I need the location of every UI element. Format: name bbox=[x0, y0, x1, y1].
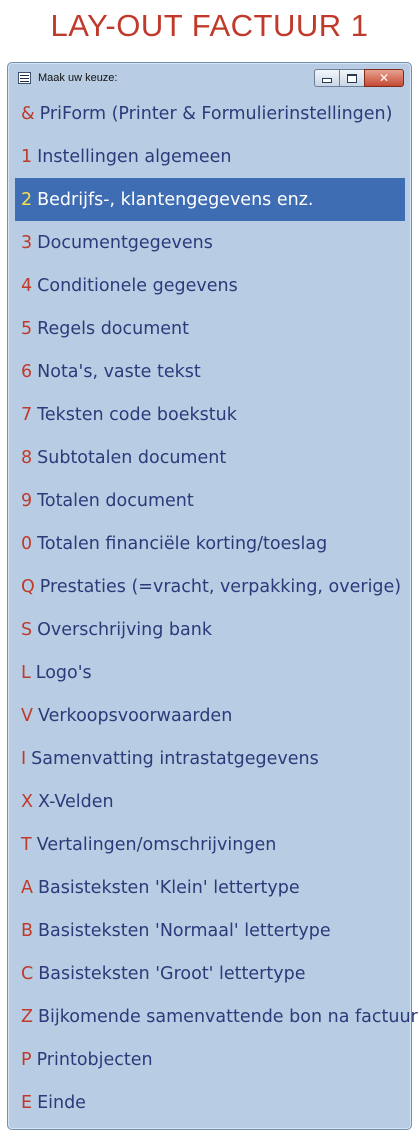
menu-item-label: Basisteksten 'Klein' lettertype bbox=[37, 877, 300, 898]
menu-item-label: Logo's bbox=[35, 662, 92, 683]
menu-item-key: S bbox=[21, 619, 33, 640]
close-icon: ✕ bbox=[378, 71, 390, 85]
menu-item-label: Totalen financiële korting/toeslag bbox=[37, 533, 328, 554]
menu-item-label: Basisteksten 'Groot' lettertype bbox=[38, 963, 306, 984]
menu-item[interactable]: L Logo's bbox=[15, 651, 405, 694]
menu-item[interactable]: 3 Documentgegevens bbox=[15, 221, 405, 264]
menu-item-key: I bbox=[21, 748, 27, 769]
menu-item-label: Einde bbox=[37, 1092, 86, 1113]
page-title: LAY-OUT FACTUUR 1 bbox=[50, 8, 369, 43]
menu-item-label: Conditionele gegevens bbox=[37, 275, 238, 296]
menu-item[interactable]: 0 Totalen financiële korting/toeslag bbox=[15, 522, 405, 565]
menu-item[interactable]: Z Bijkomende samenvattende bon na factuur bbox=[15, 995, 418, 1038]
window-menu-icon[interactable] bbox=[18, 72, 31, 84]
menu-item[interactable]: S Overschrijving bank bbox=[15, 608, 405, 651]
menu-item[interactable]: 9 Totalen document bbox=[15, 479, 405, 522]
menu-item-label: Basisteksten 'Normaal' lettertype bbox=[38, 920, 331, 941]
menu-item-label: Teksten code boekstuk bbox=[37, 404, 237, 425]
menu-item-key: 3 bbox=[21, 232, 33, 253]
menu-item-label: X-Velden bbox=[38, 791, 114, 812]
menu-item-label: Regels document bbox=[37, 318, 189, 339]
menu-item[interactable]: 5 Regels document bbox=[15, 307, 405, 350]
menu-item[interactable]: E Einde bbox=[15, 1081, 405, 1124]
menu-item-label: Samenvatting intrastatgegevens bbox=[31, 748, 319, 769]
menu-item[interactable]: 6 Nota's, vaste tekst bbox=[15, 350, 405, 393]
minimize-icon bbox=[322, 78, 332, 83]
menu-item-key: 6 bbox=[21, 361, 33, 382]
menu-item-key: 4 bbox=[21, 275, 33, 296]
menu-item-key: 7 bbox=[21, 404, 33, 425]
menu-list: & PriForm (Printer & Formulierinstellinge… bbox=[15, 92, 418, 1124]
window-titlebar[interactable]: Maak uw keuze: ✕ bbox=[8, 63, 411, 91]
menu-item-label: Documentgegevens bbox=[37, 232, 213, 253]
minimize-button[interactable] bbox=[314, 69, 340, 87]
menu-item-key: 8 bbox=[21, 447, 33, 468]
menu-item[interactable]: B Basisteksten 'Normaal' lettertype bbox=[15, 909, 405, 952]
menu-item-label: Totalen document bbox=[37, 490, 194, 511]
menu-item[interactable]: A Basisteksten 'Klein' lettertype bbox=[15, 866, 405, 909]
menu-item-key: T bbox=[21, 834, 32, 855]
menu-item-key: B bbox=[21, 920, 34, 941]
menu-item[interactable]: 2 Bedrijfs-, klantengegevens enz. bbox=[15, 178, 405, 221]
menu-item-label: Instellingen algemeen bbox=[37, 146, 232, 167]
menu-item-key: 5 bbox=[21, 318, 33, 339]
menu-item-label: Vertalingen/omschrijvingen bbox=[36, 834, 277, 855]
menu-item[interactable]: & PriForm (Printer & Formulierinstellinge… bbox=[15, 92, 405, 135]
menu-item[interactable]: X X-Velden bbox=[15, 780, 405, 823]
menu-item[interactable]: 8 Subtotalen document bbox=[15, 436, 405, 479]
menu-item-key: P bbox=[21, 1049, 32, 1070]
menu-item-key: L bbox=[21, 662, 31, 683]
menu-item-label: Prestaties (=vracht, verpakking, overige… bbox=[39, 576, 402, 597]
window-title: Maak uw keuze: bbox=[38, 72, 118, 84]
menu-item-key: 0 bbox=[21, 533, 33, 554]
menu-item-key: 1 bbox=[21, 146, 33, 167]
close-button[interactable]: ✕ bbox=[364, 69, 404, 87]
menu-item-label: Bedrijfs-, klantengegevens enz. bbox=[37, 189, 314, 210]
menu-item-label: Subtotalen document bbox=[37, 447, 227, 468]
menu-item-key: & bbox=[21, 103, 35, 124]
maximize-button[interactable] bbox=[339, 69, 365, 87]
menu-item-key: 9 bbox=[21, 490, 33, 511]
menu-item-label: Overschrijving bank bbox=[37, 619, 212, 640]
menu-item-key: Z bbox=[21, 1006, 33, 1027]
menu-item-label: Verkoopsvoorwaarden bbox=[37, 705, 233, 726]
menu-item-key: X bbox=[21, 791, 33, 812]
menu-item[interactable]: V Verkoopsvoorwaarden bbox=[15, 694, 405, 737]
window-controls: ✕ bbox=[314, 69, 404, 87]
menu-item-key: C bbox=[21, 963, 34, 984]
menu-item[interactable]: Q Prestaties (=vracht, verpakking, overig… bbox=[15, 565, 405, 608]
menu-item-key: E bbox=[21, 1092, 33, 1113]
menu-item[interactable]: I Samenvatting intrastatgegevens bbox=[15, 737, 405, 780]
menu-item-key: Q bbox=[21, 576, 35, 597]
menu-item[interactable]: T Vertalingen/omschrijvingen bbox=[15, 823, 405, 866]
menu-item[interactable]: P Printobjecten bbox=[15, 1038, 405, 1081]
menu-item-label: Printobjecten bbox=[36, 1049, 153, 1070]
menu-item[interactable]: 7 Teksten code boekstuk bbox=[15, 393, 405, 436]
menu-item-label: PriForm (Printer & Formulierinstellingen… bbox=[39, 103, 393, 124]
menu-item-label: Bijkomende samenvattende bon na factuur bbox=[38, 1006, 418, 1027]
menu-item[interactable]: 4 Conditionele gegevens bbox=[15, 264, 405, 307]
menu-item[interactable]: C Basisteksten 'Groot' lettertype bbox=[15, 952, 405, 995]
menu-item-key: A bbox=[21, 877, 33, 898]
menu-item-key: 2 bbox=[21, 189, 33, 210]
menu-item-label: Nota's, vaste tekst bbox=[37, 361, 201, 382]
menu-item[interactable]: 1 Instellingen algemeen bbox=[15, 135, 405, 178]
maximize-icon bbox=[347, 73, 357, 83]
menu-window: Maak uw keuze: ✕ & PriForm (Printer & For… bbox=[7, 62, 418, 1130]
menu-item-key: V bbox=[21, 705, 33, 726]
